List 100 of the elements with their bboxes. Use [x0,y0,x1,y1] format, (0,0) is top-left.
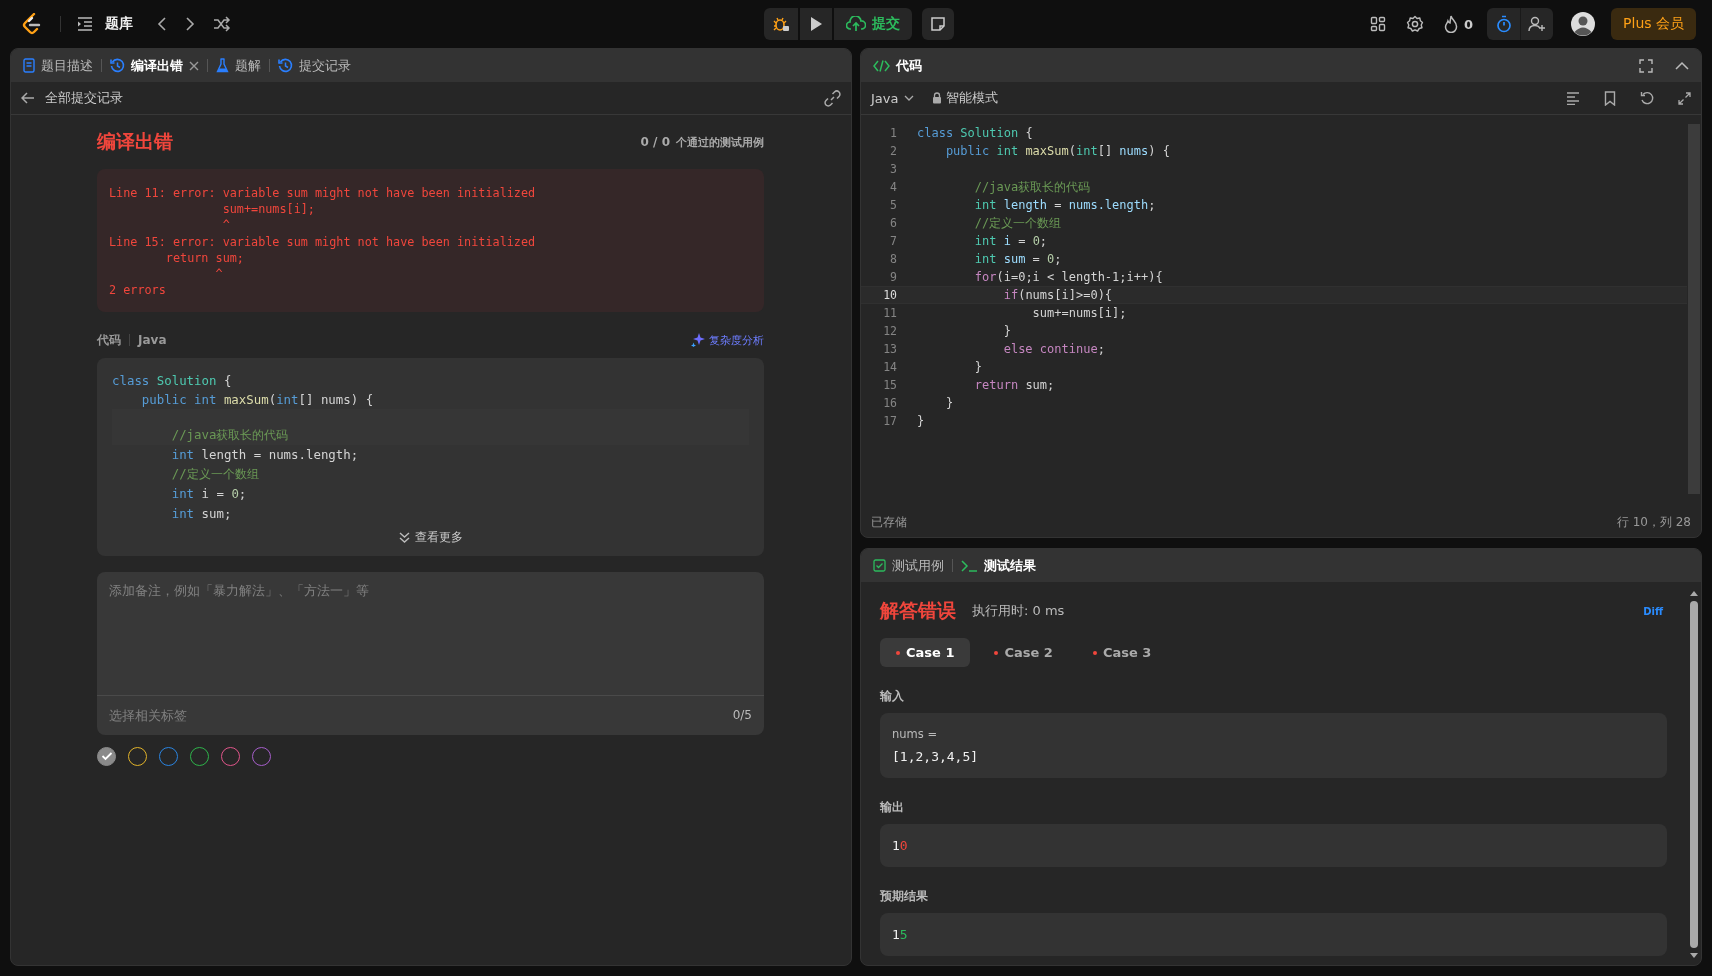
note-icon [930,16,946,32]
saved-status: 已存储 [871,513,907,531]
debug-button[interactable] [764,8,798,40]
code-line: public int maxSum(int[] nums) { [944,144,1170,158]
panel-tab[interactable]: 编译出错 [110,56,183,75]
flask-icon [216,58,229,73]
code-line: class Solution { [917,126,1033,140]
lock-icon [932,92,943,104]
fullscreen-icon[interactable] [1639,58,1653,73]
close-icon[interactable] [189,60,199,71]
line-number: 9 [889,270,897,284]
runtime-label: 执行用时: 0 ms [972,602,1065,620]
language-select[interactable]: Java [871,90,915,106]
bookmark-icon[interactable] [1604,90,1616,106]
code-line: } [1002,324,1011,338]
layout-icon[interactable] [1370,16,1386,32]
line-number: 14 [882,360,897,374]
tag-field[interactable]: 选择相关标签 0/5 [97,695,764,735]
line-number: 1 [889,126,897,140]
terminal-icon [961,559,978,572]
scroll-down-icon[interactable] [1689,952,1699,959]
show-more-link[interactable]: 查看更多 [414,530,463,546]
line-number: 8 [889,252,897,266]
panel-tab[interactable]: 题解 [216,56,261,75]
cloud-upload-icon [846,16,866,32]
code-line: int sum = 0; [973,252,1062,266]
document-icon [23,58,35,73]
code-line: public int maxSum(int[] nums) { [140,392,374,408]
line-number: 11 [882,306,897,320]
code-line: return sum; [973,378,1055,392]
passed-count: 0 / 0 [640,135,670,149]
panel-title: 代码 [896,56,922,75]
result-title: 编译出错 [97,129,173,154]
all-submissions-link[interactable]: 全部提交记录 [45,89,123,107]
color-option[interactable] [97,746,116,766]
submit-button[interactable]: 提交 [834,8,912,40]
tag-input[interactable]: 选择相关标签 [109,707,733,723]
scroll-up-icon[interactable] [1689,590,1699,597]
reset-icon[interactable] [1640,91,1654,105]
code-line: int i = 0; [170,486,247,502]
note-button[interactable] [922,8,954,40]
avatar-icon[interactable] [1571,12,1596,36]
problem-bank-link[interactable]: 题库 [105,15,133,33]
line-number: 7 [889,234,897,248]
scrollbar-thumb[interactable] [1690,601,1698,948]
code-line: //定义一个数组 [973,214,1062,232]
list-icon[interactable] [77,17,93,31]
smart-mode-label[interactable]: 智能模式 [946,89,999,107]
line-number: 5 [889,198,897,212]
shuffle-icon[interactable] [213,16,231,32]
code-line: sum+=nums[i]; [1031,306,1127,320]
timer-icon [1495,15,1512,33]
expand-icon[interactable] [1678,91,1691,105]
run-button[interactable] [800,8,832,40]
streak-count: 0 [1464,16,1474,32]
logo-icon[interactable] [22,13,42,35]
code-line: } [917,414,925,428]
code-label: 代码 [97,331,121,349]
bug-icon [772,15,790,33]
section-label: 输入 [880,689,905,704]
format-icon[interactable] [1566,91,1580,105]
link-icon[interactable] [824,89,841,107]
panel-tab[interactable]: 提交记录 [278,56,351,75]
sparkle-icon[interactable] [691,333,705,348]
case-tab[interactable]: Case 2 [978,638,1069,667]
history-icon [110,58,125,73]
code-line: //java获取长的代码 [170,426,289,444]
line-number: 17 [882,414,897,428]
next-icon[interactable] [185,16,195,32]
previous-icon[interactable] [157,16,167,32]
history-icon [278,58,293,73]
line-number: 13 [882,342,897,356]
diff-toggle[interactable]: Diff [1643,605,1663,617]
line-number: 4 [889,180,897,194]
value-text: 15 [892,927,909,942]
chevron-down-icon[interactable] [398,532,410,544]
flame-icon[interactable] [1444,15,1458,33]
panel-tab[interactable]: 题目描述 [23,56,93,75]
code-line: class Solution { [112,372,232,388]
code-line: int length = nums.length; [973,198,1156,212]
settings-icon[interactable] [1406,15,1424,33]
play-icon [809,16,823,32]
collapse-icon[interactable] [1675,61,1689,70]
panel-tab[interactable]: 测试用例 [873,556,944,575]
code-line: int length = nums.length; [170,447,359,463]
code-line: for(i=0;i < length-1;i++){ [973,270,1163,284]
plus-membership-button[interactable]: Plus 会员 [1611,8,1696,40]
section-label: 预期结果 [880,889,929,904]
case-tab[interactable]: Case 3 [1076,638,1168,667]
line-number: 6 [889,216,897,230]
back-arrow-icon[interactable] [21,92,35,104]
add-user-icon [1528,16,1547,32]
complexity-analysis-link[interactable]: 复杂度分析 [709,332,764,348]
panel-tab[interactable]: 测试结果 [961,556,1036,575]
case-tab[interactable]: Case 1 [880,638,971,667]
value-text: [1,2,3,4,5] [892,749,980,764]
line-number: 15 [882,378,897,392]
value-text: 10 [892,838,909,853]
language-label: Java [138,333,167,348]
code-line: //java获取长的代码 [973,178,1091,196]
